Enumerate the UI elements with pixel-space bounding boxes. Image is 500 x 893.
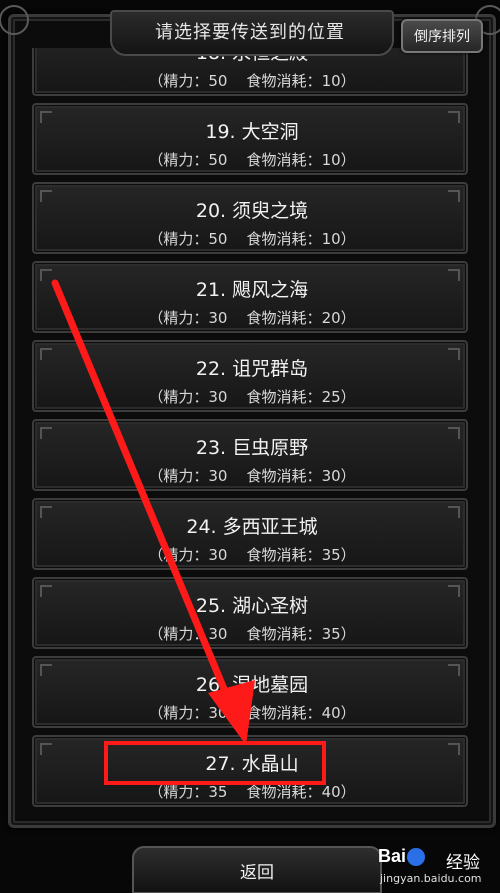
teleport-screen: 18. 永恒之殿 （精力：50 食物消耗：10） 19. 大空洞 （精力：50 食物消… — [0, 0, 500, 893]
arrow-head — [208, 680, 255, 745]
watermark-url: jingyan.baidu.com — [380, 872, 482, 885]
baidu-logo: Bai — [378, 846, 426, 867]
annotation-arrow — [51, 279, 255, 745]
back-button[interactable]: 返回 — [132, 846, 382, 893]
arrow-shaft — [51, 279, 236, 712]
baidu-jingyan-watermark: Bai 经验 jingyan.baidu.com — [378, 844, 496, 890]
paw-icon — [407, 848, 426, 867]
watermark-suffix: 经验 — [446, 853, 480, 873]
